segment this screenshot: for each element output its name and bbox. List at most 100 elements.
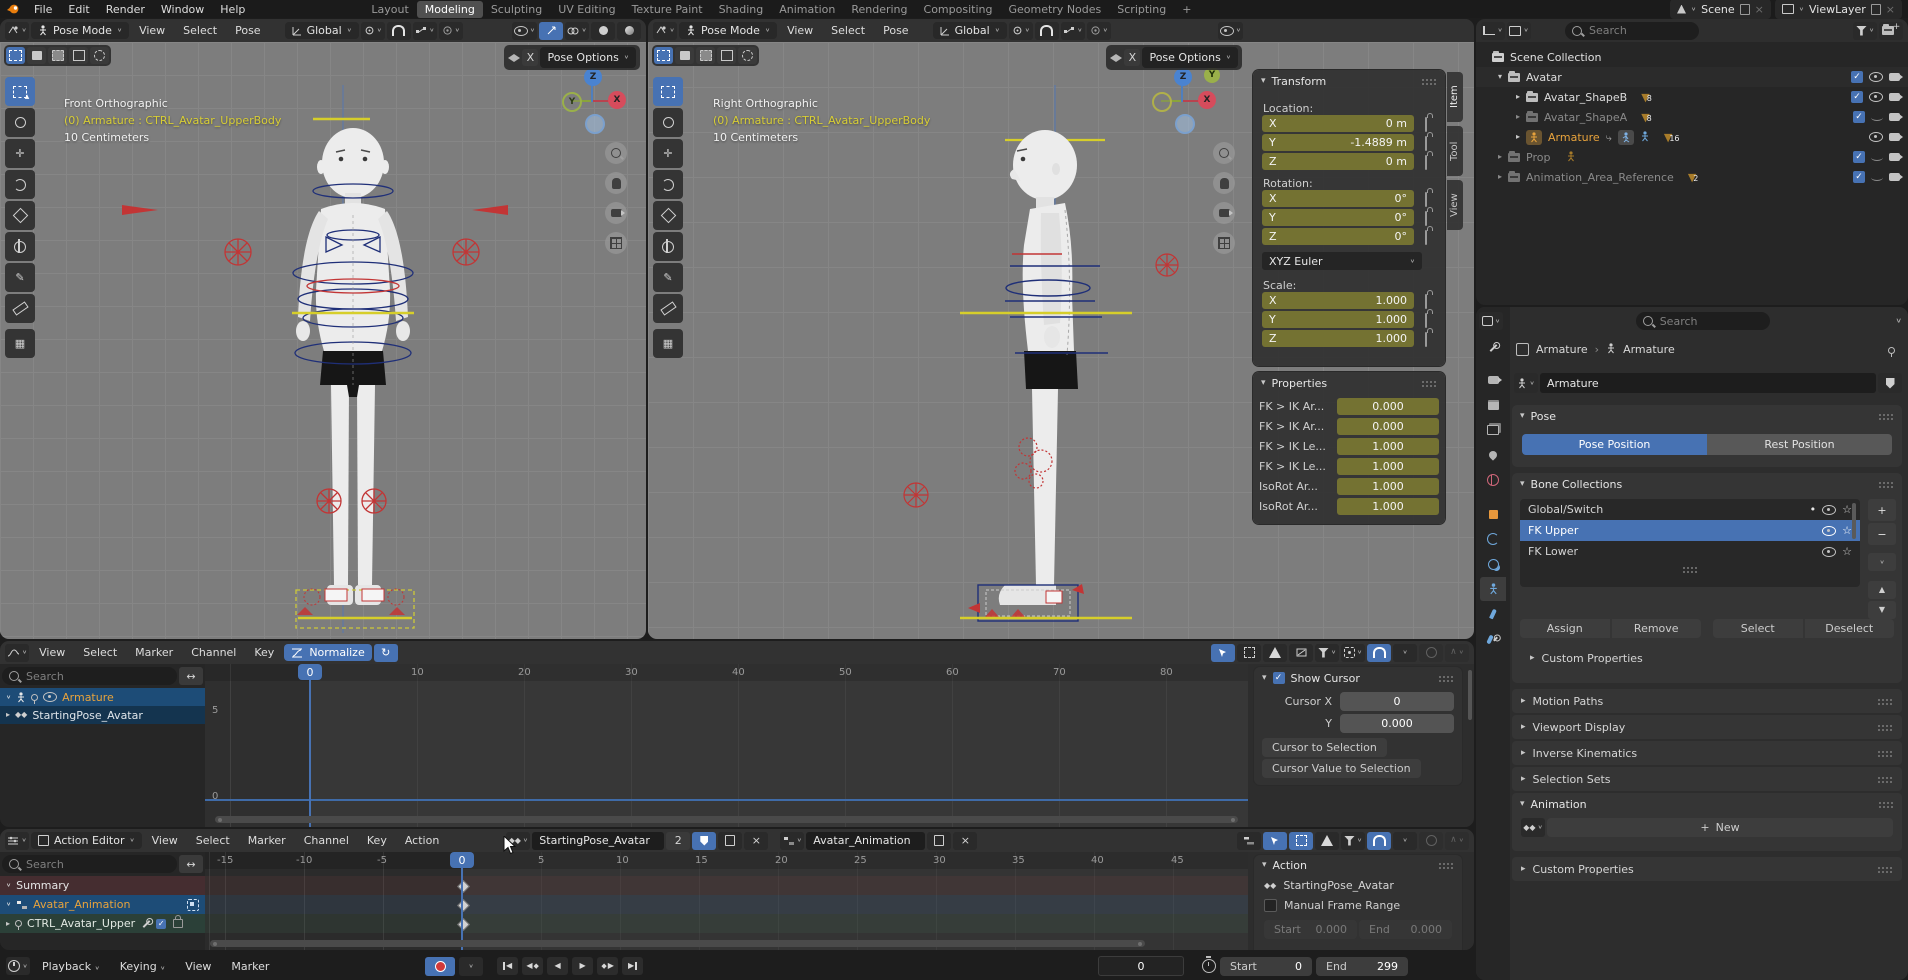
collapse-icon[interactable]: ▾ — [1261, 77, 1266, 86]
expand-icon[interactable]: ▸ — [1516, 133, 1520, 141]
outliner-search-input[interactable] — [1565, 22, 1699, 40]
lock-icon[interactable] — [1425, 211, 1427, 226]
editor-type-properties[interactable]: ∨ — [1479, 312, 1503, 330]
editor-type-3d-viewport[interactable]: ∨ — [5, 22, 29, 40]
pivot-point-button[interactable]: ∨ — [1009, 22, 1033, 40]
tool-scale[interactable] — [653, 201, 683, 230]
outliner-row-armature[interactable]: ▸ Armature ⤷ ▼16 — [1476, 127, 1908, 147]
mirror-icon[interactable] — [508, 54, 520, 62]
character-front[interactable] — [100, 85, 530, 633]
snap-magnet-icon[interactable] — [1367, 644, 1391, 662]
menu-select[interactable]: Select — [188, 832, 238, 849]
n-panel-tab-tool[interactable]: Tool — [1447, 126, 1463, 176]
eye-closed-icon[interactable] — [1871, 174, 1883, 181]
pin-icon[interactable] — [31, 694, 38, 701]
snap-settings-button[interactable]: ∨ — [1061, 22, 1085, 40]
channel-avatar-animation[interactable]: ∨ Avatar_Animation — [0, 895, 205, 914]
remove-button[interactable]: Remove — [1612, 619, 1702, 638]
camera-view-icon[interactable] — [605, 202, 627, 224]
menu-marker[interactable]: Marker — [223, 958, 277, 975]
outliner-row-avatar[interactable]: ▾ Avatar ✓ — [1476, 67, 1908, 87]
exclude-checkbox[interactable]: ✓ — [1853, 171, 1865, 183]
show-errors-icon[interactable] — [1315, 832, 1339, 850]
mode-selector[interactable]: Pose Mode∨ — [31, 22, 129, 39]
lock-icon[interactable] — [1425, 313, 1427, 328]
expand-icon[interactable]: ▸ — [1498, 153, 1502, 161]
tool-select-box[interactable] — [653, 77, 683, 106]
custom-prop-field[interactable]: 1.000 — [1337, 458, 1439, 475]
panel-selection-sets[interactable]: ▸Selection Sets — [1512, 767, 1902, 791]
menu-action[interactable]: Action — [397, 832, 447, 849]
sidebar-scrollbar[interactable] — [1468, 670, 1472, 720]
custom-prop-field[interactable]: 1.000 — [1337, 478, 1439, 495]
outliner-display-mode[interactable]: ∨ — [1481, 22, 1505, 40]
nla-layers-icon[interactable] — [1237, 832, 1261, 850]
navigation-gizmo[interactable]: Z Y X — [558, 64, 628, 134]
bone-collections-custom-properties[interactable]: ▸Custom Properties — [1530, 653, 1643, 664]
playhead-line[interactable] — [309, 664, 311, 827]
workspace-tab-texture-paint[interactable]: Texture Paint — [624, 1, 711, 18]
tab-bone[interactable] — [1480, 602, 1506, 626]
character-side[interactable] — [860, 85, 1230, 633]
workspace-tab-rendering[interactable]: Rendering — [843, 1, 915, 18]
lock-icon[interactable] — [1425, 155, 1427, 170]
exclude-checkbox[interactable]: ✓ — [1851, 71, 1863, 83]
collapse-icon[interactable]: ▾ — [1520, 412, 1525, 421]
manual-frame-range-checkbox[interactable] — [1264, 899, 1277, 912]
select-subtract-tool[interactable] — [717, 47, 736, 64]
panel-inverse-kinematics[interactable]: ▸Inverse Kinematics — [1512, 741, 1902, 765]
scale-x-field[interactable]: X1.000 — [1262, 292, 1414, 309]
lock-icon[interactable] — [1425, 192, 1427, 207]
workspace-tab-animation[interactable]: Animation — [771, 1, 843, 18]
rotation-y-field[interactable]: Y0° — [1262, 209, 1414, 226]
exclude-checkbox[interactable]: ✓ — [1853, 151, 1865, 163]
workspace-tab-uv-editing[interactable]: UV Editing — [550, 1, 623, 18]
gizmo-y-axis[interactable]: Y — [562, 92, 582, 112]
list-resize-grip[interactable] — [1682, 566, 1698, 573]
action-selector-icon[interactable]: ◆◆∨ — [1521, 818, 1545, 837]
menu-view[interactable]: View — [144, 832, 186, 849]
outliner-scope-icon[interactable]: ∨ — [1507, 22, 1531, 40]
select-tweak-tool[interactable] — [675, 47, 694, 64]
eye-icon[interactable] — [1869, 132, 1883, 142]
slot-copy-icon[interactable] — [927, 832, 951, 850]
tool-select-box[interactable]: ▴ — [5, 77, 35, 106]
transform-orientation[interactable]: Global∨ — [933, 22, 1007, 39]
show-errors-icon[interactable] — [1263, 644, 1287, 662]
filter-icon[interactable]: ∨ — [1341, 832, 1365, 850]
editor-type-timeline[interactable]: ∨ — [6, 957, 30, 975]
eye-icon[interactable] — [1869, 72, 1883, 82]
proportional-editing-button[interactable]: ∨ — [439, 22, 463, 40]
new-action-button[interactable]: +New — [1547, 818, 1893, 837]
tab-tool[interactable] — [1480, 336, 1506, 360]
gizmo-x-axis[interactable]: X — [608, 91, 626, 109]
channel-ctrl-avatar-upper[interactable]: ▸ CTRL_Avatar_Upper ✓ — [0, 914, 205, 933]
selected-only-keys-icon[interactable] — [1237, 644, 1261, 662]
tab-world[interactable] — [1480, 468, 1506, 492]
menu-pose[interactable]: Pose — [227, 22, 268, 39]
n-panel-tab-item[interactable]: Item — [1447, 72, 1463, 122]
custom-prop-field[interactable]: 0.000 — [1337, 398, 1439, 415]
action-slot-name-field[interactable]: Avatar_Animation — [806, 832, 925, 850]
jump-to-start-button[interactable]: ◀ — [497, 957, 518, 975]
new-action-copy-icon[interactable] — [718, 832, 742, 850]
tab-render[interactable] — [1480, 368, 1506, 392]
fake-user-shield-icon[interactable] — [1878, 373, 1902, 393]
channel-search-input[interactable] — [2, 855, 177, 873]
expand-icon[interactable]: ▸ — [1516, 113, 1520, 121]
scene-selector[interactable]: ∨ Scene × — [1670, 0, 1771, 19]
mode-selector[interactable]: Pose Mode∨ — [679, 22, 777, 39]
select-button[interactable]: Select — [1713, 619, 1803, 638]
rotation-x-field[interactable]: X0° — [1262, 190, 1414, 207]
shading-material-button[interactable] — [617, 22, 641, 40]
camera-visibility-icon[interactable] — [1889, 133, 1900, 141]
menu-file[interactable]: File — [26, 1, 60, 18]
move-down-button[interactable]: ▼ — [1868, 601, 1896, 619]
falloff-dropdown[interactable]: ∧∨ — [1445, 832, 1469, 850]
menu-key[interactable]: Key — [359, 832, 395, 849]
proportional-edit-icon[interactable] — [1419, 832, 1443, 850]
play-reverse-button[interactable]: ◀ — [547, 957, 568, 975]
menu-edit[interactable]: Edit — [60, 1, 97, 18]
menu-marker[interactable]: Marker — [127, 644, 181, 661]
scale-z-field[interactable]: Z1.000 — [1262, 330, 1414, 347]
